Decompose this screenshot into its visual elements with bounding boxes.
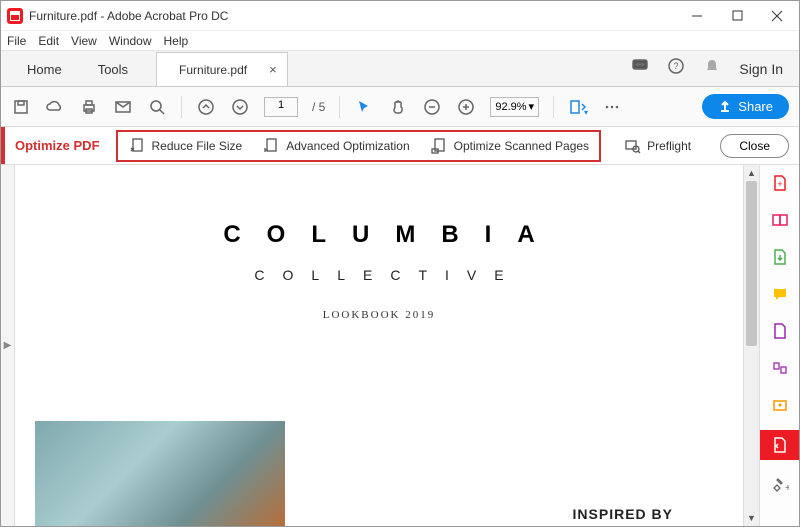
separator (339, 96, 340, 118)
scroll-down-icon[interactable]: ▼ (744, 510, 759, 526)
workspace: ▶ COLUMBIA COLLECTIVE LOOKBOOK 2019 INSP… (1, 165, 799, 526)
svg-text:▾: ▾ (584, 108, 588, 116)
document-view[interactable]: COLUMBIA COLLECTIVE LOOKBOOK 2019 INSPIR… (15, 165, 743, 526)
email-icon[interactable] (113, 97, 133, 117)
svg-text:+: + (777, 179, 782, 189)
menu-view[interactable]: View (71, 34, 97, 48)
create-pdf-icon[interactable]: + (768, 171, 792, 195)
combine-icon[interactable] (768, 208, 792, 232)
optimize-pdf-tool-icon[interactable] (760, 430, 800, 460)
page-up-icon[interactable] (196, 97, 216, 117)
share-button[interactable]: Share (702, 94, 789, 119)
optimize-toolbar: Optimize PDF Reduce File Size Advanced O… (1, 127, 799, 165)
separator (553, 96, 554, 118)
share-label: Share (738, 99, 773, 114)
cloud-icon[interactable] (45, 97, 65, 117)
zoom-in-icon[interactable] (456, 97, 476, 117)
minimize-button[interactable] (677, 2, 717, 30)
menu-edit[interactable]: Edit (38, 34, 59, 48)
optimize-scanned-button[interactable]: Optimize Scanned Pages (420, 132, 599, 160)
advanced-optimization-button[interactable]: Advanced Optimization (252, 132, 419, 160)
sign-in-link[interactable]: Sign In (739, 61, 783, 77)
comment-tool-icon[interactable] (768, 282, 792, 306)
scroll-track[interactable] (744, 181, 759, 510)
more-tools-icon[interactable]: + (768, 473, 792, 497)
highlighted-options: Reduce File Size Advanced Optimization O… (116, 130, 602, 162)
preflight-label: Preflight (647, 139, 691, 153)
print-icon[interactable] (79, 97, 99, 117)
menu-help[interactable]: Help (164, 34, 189, 48)
organize-icon[interactable] (768, 319, 792, 343)
protect-icon[interactable] (768, 393, 792, 417)
scanned-label: Optimize Scanned Pages (454, 139, 589, 153)
window-title: Furniture.pdf - Adobe Acrobat Pro DC (29, 9, 677, 23)
tab-home[interactable]: Home (9, 52, 80, 86)
doc-heading-2: COLLECTIVE (35, 267, 723, 283)
page-total: / 5 (312, 100, 325, 114)
fit-width-icon[interactable]: ▾ (568, 97, 588, 117)
export-pdf-icon[interactable] (768, 245, 792, 269)
left-panel-toggle[interactable]: ▶ (1, 165, 15, 526)
app-icon (7, 8, 23, 24)
search-icon[interactable] (147, 97, 167, 117)
tab-bar: Home Tools Furniture.pdf × ? Sign In (1, 51, 799, 87)
tab-tools[interactable]: Tools (80, 52, 146, 86)
vertical-scrollbar[interactable]: ▲ ▼ (743, 165, 759, 526)
tab-document-label: Furniture.pdf (179, 63, 247, 77)
preflight-button[interactable]: Preflight (613, 132, 701, 160)
page-down-icon[interactable] (230, 97, 250, 117)
reduce-label: Reduce File Size (152, 139, 243, 153)
redact-icon[interactable] (768, 356, 792, 380)
page-number-input[interactable]: 1 (264, 97, 298, 117)
close-button[interactable] (757, 2, 797, 30)
more-icon[interactable] (602, 97, 622, 117)
main-toolbar: 1 / 5 92.9%▾ ▾ Share (1, 87, 799, 127)
window-titlebar: Furniture.pdf - Adobe Acrobat Pro DC (1, 1, 799, 31)
upload-icon (718, 100, 732, 114)
selection-icon[interactable] (354, 97, 374, 117)
menu-file[interactable]: File (7, 34, 26, 48)
scroll-thumb[interactable] (746, 181, 757, 346)
zoom-out-icon[interactable] (422, 97, 442, 117)
menu-bar: File Edit View Window Help (1, 31, 799, 51)
separator (181, 96, 182, 118)
help-icon[interactable]: ? (667, 57, 685, 80)
hand-icon[interactable] (388, 97, 408, 117)
svg-text:+: + (785, 483, 789, 494)
close-optimize-button[interactable]: Close (720, 134, 789, 158)
zoom-value: 92.9% (495, 101, 526, 113)
scroll-up-icon[interactable]: ▲ (744, 165, 759, 181)
reduce-file-size-button[interactable]: Reduce File Size (118, 132, 253, 160)
save-icon[interactable] (11, 97, 31, 117)
chevron-down-icon: ▾ (529, 100, 535, 113)
comment-icon[interactable] (631, 57, 649, 80)
doc-heading-1: COLUMBIA (35, 221, 723, 249)
tab-document[interactable]: Furniture.pdf × (156, 52, 288, 86)
advanced-label: Advanced Optimization (286, 139, 409, 153)
svg-text:?: ? (674, 61, 679, 71)
doc-image (35, 421, 285, 526)
maximize-button[interactable] (717, 2, 757, 30)
menu-window[interactable]: Window (109, 34, 152, 48)
zoom-level[interactable]: 92.9%▾ (490, 97, 539, 117)
right-tool-rail: + + (759, 165, 799, 526)
optimize-pdf-label: Optimize PDF (1, 127, 114, 164)
close-tab-icon[interactable]: × (269, 62, 277, 77)
doc-subtitle: LOOKBOOK 2019 (35, 309, 723, 321)
doc-inspired-text: INSPIRED BY (573, 506, 673, 522)
notifications-icon[interactable] (703, 57, 721, 80)
